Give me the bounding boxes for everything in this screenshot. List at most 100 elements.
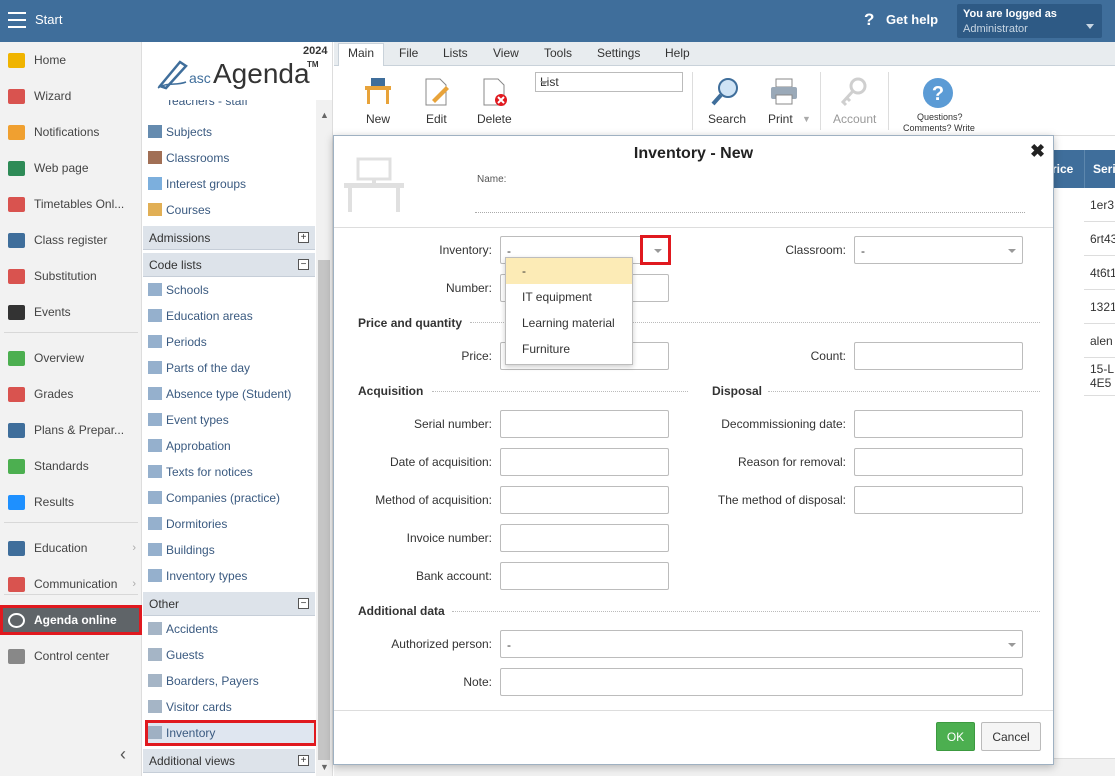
ok-button[interactable]: OK (936, 722, 975, 751)
grid-cell[interactable]: alen (1084, 324, 1115, 358)
count-input[interactable] (854, 342, 1023, 370)
tab-settings[interactable]: Settings (597, 46, 640, 60)
tree-item[interactable]: Classrooms (146, 146, 316, 170)
nav-item-standards[interactable]: Standards (0, 451, 142, 481)
group-other[interactable]: Other − (143, 592, 315, 616)
grid-cell[interactable]: 1er3 (1084, 188, 1115, 222)
group-admissions[interactable]: Admissions + (143, 226, 315, 250)
serial-number-input[interactable] (500, 410, 669, 438)
dropdown-option[interactable]: - (506, 258, 632, 284)
collapse-chevron-icon[interactable]: ‹ (120, 744, 126, 765)
printer-icon[interactable] (768, 76, 800, 108)
tab-file[interactable]: File (399, 46, 418, 60)
nav-item-plans-prepar[interactable]: Plans & Prepar... (0, 415, 142, 445)
get-help-link[interactable]: Get help (886, 12, 938, 27)
delete-icon[interactable] (478, 76, 510, 108)
collapse-icon[interactable]: − (298, 259, 309, 270)
tree-item[interactable]: Inventory (145, 720, 317, 746)
nav-item-substitution[interactable]: Substitution (0, 261, 142, 291)
tree-item[interactable]: Visitor cards (146, 695, 316, 719)
scroll-up-icon[interactable]: ▲ (320, 110, 329, 120)
close-icon[interactable]: ✖ (1030, 141, 1045, 162)
tree-item[interactable]: Guests (146, 643, 316, 667)
tree-item[interactable]: Absence type (Student) (146, 382, 316, 406)
view-select[interactable]: List (535, 72, 683, 92)
tree-item[interactable]: Buildings (146, 538, 316, 562)
nav-item-events[interactable]: Events (0, 297, 142, 327)
expand-icon[interactable]: + (298, 755, 309, 766)
search-button[interactable]: Search (708, 112, 746, 126)
tree-item[interactable]: Education areas (146, 304, 316, 328)
tree-item[interactable]: Periods (146, 330, 316, 354)
group-additional-views[interactable]: Additional views + (143, 749, 315, 773)
dropdown-arrow-highlight[interactable] (640, 235, 671, 265)
tree-item[interactable]: Event types (146, 408, 316, 432)
tree-item[interactable]: Texts for notices (146, 460, 316, 484)
nav-item-overview[interactable]: Overview (0, 343, 142, 373)
question-icon[interactable]: ? (922, 77, 954, 109)
tab-help[interactable]: Help (665, 46, 690, 60)
menu-icon[interactable] (8, 12, 26, 28)
nav-item-control-center[interactable]: Control center (0, 641, 142, 671)
tree-item[interactable]: Interest groups (146, 172, 316, 196)
tree-item-clipped[interactable]: Teachers - staff (146, 100, 316, 112)
nav-item-class-register[interactable]: Class register (0, 225, 142, 255)
nav-item-timetables-onl[interactable]: Timetables Onl... (0, 189, 142, 219)
nav-item-agenda-online[interactable]: Agenda online (0, 605, 142, 635)
method-acquisition-input[interactable] (500, 486, 669, 514)
tree-item[interactable]: Courses (146, 198, 316, 222)
nav-item-web-page[interactable]: Web page (0, 153, 142, 183)
tree-item[interactable]: Dormitories (146, 512, 316, 536)
authorized-person-select[interactable]: - (500, 630, 1023, 658)
nav-item-education[interactable]: Education › (0, 533, 142, 563)
print-button[interactable]: Print (768, 112, 793, 126)
tab-lists[interactable]: Lists (443, 46, 468, 60)
invoice-number-input[interactable] (500, 524, 669, 552)
grid-header-serial[interactable]: Seri (1084, 150, 1115, 188)
grid-cell[interactable]: 1321 (1084, 290, 1115, 324)
tab-view[interactable]: View (493, 46, 519, 60)
classroom-select[interactable]: - (854, 236, 1023, 264)
dropdown-option[interactable]: Furniture (506, 336, 632, 362)
nav-item-home[interactable]: Home (0, 45, 142, 75)
decommissioning-date-input[interactable] (854, 410, 1023, 438)
tree-item[interactable]: Accidents (146, 617, 316, 641)
dropdown-option[interactable]: IT equipment (506, 284, 632, 310)
tree-item[interactable]: Parts of the day (146, 356, 316, 380)
tree-item[interactable]: Boarders, Payers (146, 669, 316, 693)
grid-cell[interactable]: 6rt43 (1084, 222, 1115, 256)
nav-item-grades[interactable]: Grades (0, 379, 142, 409)
start-label[interactable]: Start (35, 12, 62, 27)
nav-item-wizard[interactable]: Wizard (0, 81, 142, 111)
tree-item[interactable]: Schools (146, 278, 316, 302)
grid-header-price[interactable]: rice (1050, 150, 1084, 188)
new-desk-icon[interactable] (362, 76, 394, 108)
name-input[interactable] (475, 212, 1025, 213)
date-acquisition-input[interactable] (500, 448, 669, 476)
delete-button[interactable]: Delete (477, 112, 512, 126)
questions-label[interactable]: Questions? (917, 112, 963, 122)
method-disposal-input[interactable] (854, 486, 1023, 514)
tree-item[interactable]: Subjects (146, 120, 316, 144)
tree-item[interactable]: Approbation (146, 434, 316, 458)
edit-icon[interactable] (420, 76, 452, 108)
grid-cell[interactable]: 4t6t1 (1084, 256, 1115, 290)
new-button[interactable]: New (366, 112, 390, 126)
grid-cell[interactable]: 15-L 4E5 (1084, 358, 1115, 396)
edit-button[interactable]: Edit (426, 112, 447, 126)
scroll-down-icon[interactable]: ▼ (320, 762, 329, 772)
dropdown-option[interactable]: Learning material (506, 310, 632, 336)
reason-removal-input[interactable] (854, 448, 1023, 476)
nav-item-notifications[interactable]: Notifications (0, 117, 142, 147)
print-dropdown-icon[interactable]: ▼ (802, 114, 811, 124)
tab-tools[interactable]: Tools (544, 46, 572, 60)
nav-item-results[interactable]: Results (0, 487, 142, 517)
cancel-button[interactable]: Cancel (981, 722, 1041, 751)
tree-item[interactable]: Inventory types (146, 564, 316, 588)
note-input[interactable] (500, 668, 1023, 696)
comments-label[interactable]: Comments? Write (903, 123, 975, 133)
user-menu[interactable]: You are logged as Administrator (957, 4, 1102, 38)
tree-scrollbar-thumb[interactable] (318, 260, 330, 760)
tab-main[interactable]: Main (348, 46, 374, 60)
search-icon[interactable] (710, 76, 742, 108)
